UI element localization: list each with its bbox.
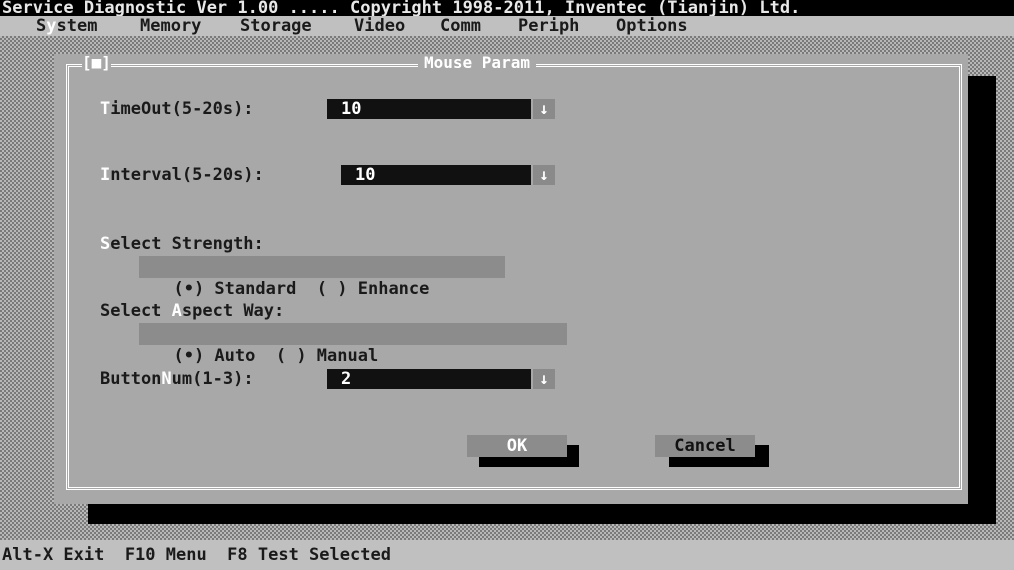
menu-system-label-rest: stem bbox=[56, 16, 98, 36]
timeout-label-text: imeOut(5-20s): bbox=[110, 99, 254, 119]
timeout-input[interactable]: 10 bbox=[327, 99, 531, 119]
buttonnum-input[interactable]: 2 bbox=[327, 369, 531, 389]
interval-input[interactable]: 10 bbox=[341, 165, 531, 185]
aspect-label-pre: Select bbox=[100, 301, 172, 321]
interval-dropdown-arrow-icon[interactable]: ↓ bbox=[533, 165, 555, 185]
menu-options[interactable]: Options bbox=[616, 16, 688, 36]
menu-system-label: S bbox=[36, 16, 47, 36]
menu-system[interactable]: System bbox=[36, 16, 97, 36]
buttonnum-dropdown-arrow-icon[interactable]: ↓ bbox=[533, 369, 555, 389]
menu-memory[interactable]: Memory bbox=[140, 16, 201, 36]
strength-label-text: elect Strength: bbox=[110, 234, 264, 254]
buttonnum-label: ButtonNum(1-3): bbox=[100, 369, 254, 389]
interval-hotkey: I bbox=[100, 165, 111, 185]
interval-label: Interval(5-20s): bbox=[100, 165, 264, 185]
buttonnum-hotkey: N bbox=[161, 369, 172, 389]
menu-periph[interactable]: Periph bbox=[518, 16, 579, 36]
dialog-title: Mouse Param bbox=[418, 54, 536, 72]
aspect-label-text: spect Way: bbox=[181, 301, 285, 321]
buttonnum-label-pre: Button bbox=[100, 369, 162, 389]
strength-hotkey: S bbox=[100, 234, 111, 254]
aspect-radio-group: (•) Auto ( ) Manual bbox=[139, 323, 567, 366]
cancel-button[interactable]: Cancel bbox=[655, 435, 755, 457]
menu-bar: System Memory Storage Video Comm Periph … bbox=[0, 16, 1014, 36]
menu-video[interactable]: Video bbox=[354, 16, 405, 36]
menu-comm[interactable]: Comm bbox=[440, 16, 481, 36]
menu-storage[interactable]: Storage bbox=[240, 16, 312, 36]
status-bar: Alt-X Exit F10 Menu F8 Test Selected bbox=[0, 540, 1014, 565]
menu-system-hotkey: y bbox=[46, 16, 57, 36]
strength-label: Select Strength: bbox=[100, 234, 264, 254]
aspect-label: Select Aspect Way: bbox=[100, 301, 284, 321]
ok-button[interactable]: OK bbox=[467, 435, 567, 457]
timeout-hotkey: T bbox=[100, 99, 111, 119]
timeout-label: TimeOut(5-20s): bbox=[100, 99, 254, 119]
radio-manual[interactable]: ( ) Manual bbox=[276, 346, 378, 366]
interval-label-text: nterval(5-20s): bbox=[110, 165, 264, 185]
radio-standard[interactable]: (•) Standard bbox=[173, 279, 296, 299]
buttonnum-label-text: um(1-3): bbox=[171, 369, 254, 389]
title-bar: Service Diagnostic Ver 1.00 ..... Copyri… bbox=[0, 0, 1014, 17]
aspect-hotkey: A bbox=[171, 301, 182, 321]
radio-auto[interactable]: (•) Auto bbox=[173, 346, 255, 366]
timeout-dropdown-arrow-icon[interactable]: ↓ bbox=[533, 99, 555, 119]
dialog-close-box[interactable]: [■] bbox=[82, 54, 111, 72]
radio-enhance[interactable]: ( ) Enhance bbox=[317, 279, 430, 299]
strength-radio-group: (•) Standard ( ) Enhance bbox=[139, 256, 505, 299]
